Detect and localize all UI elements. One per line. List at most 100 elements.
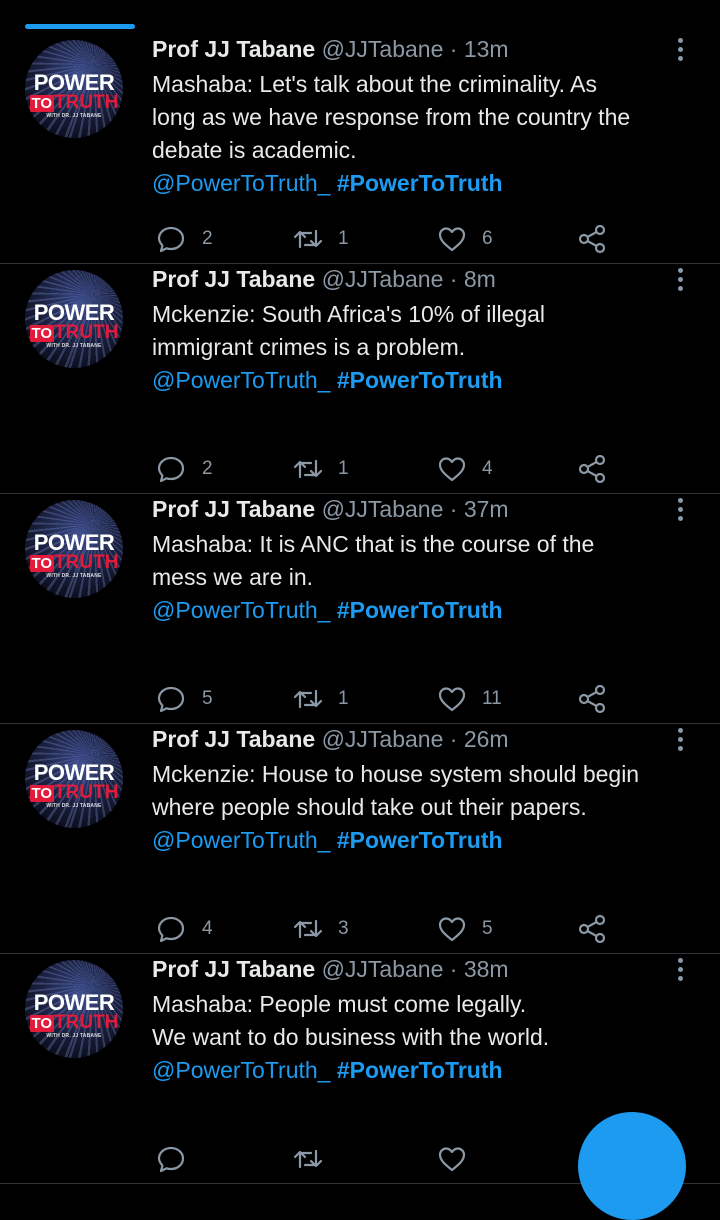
author-name[interactable]: Prof JJ Tabane	[152, 266, 315, 292]
author-name[interactable]: Prof JJ Tabane	[152, 956, 315, 982]
share-icon	[578, 454, 606, 484]
mention-link[interactable]: @PowerToTruth_	[152, 170, 330, 196]
share-button[interactable]	[576, 452, 608, 486]
more-vertical-icon[interactable]	[672, 958, 688, 986]
reply-icon	[157, 916, 185, 943]
tweet-line: where people should take out their paper…	[152, 794, 587, 820]
retweet-button[interactable]: 1	[292, 682, 349, 716]
hashtag-link[interactable]: #PowerToTruth	[337, 827, 503, 853]
hashtag-link[interactable]: #PowerToTruth	[337, 597, 503, 623]
author-name[interactable]: Prof JJ Tabane	[152, 36, 315, 62]
share-button[interactable]	[576, 682, 608, 716]
logo-text-with: WITH DR. JJ TABANE	[46, 113, 102, 119]
tweet-time[interactable]: 8m	[464, 266, 496, 292]
author-handle[interactable]: @JJTabane	[322, 726, 444, 752]
reply-button[interactable]: 2	[156, 222, 213, 256]
tweet-text: Mckenzie: House to house system should b…	[152, 758, 702, 857]
share-button[interactable]	[576, 912, 608, 946]
retweet-button[interactable]: 3	[292, 912, 349, 946]
tweet-time[interactable]: 26m	[464, 726, 509, 752]
reply-button[interactable]: 5	[156, 682, 213, 716]
more-vertical-icon[interactable]	[672, 38, 688, 66]
avatar[interactable]: POWER TO TRUTH WITH DR. JJ TABANE	[25, 40, 123, 138]
tweet-line: debate is academic.	[152, 137, 357, 163]
author-handle[interactable]: @JJTabane	[322, 36, 444, 62]
separator: ·	[449, 956, 458, 982]
reply-button[interactable]	[156, 1142, 202, 1176]
tweet[interactable]: POWER TO TRUTH WITH DR. JJ TABANE Prof JJ…	[0, 724, 720, 954]
mention-link[interactable]: @PowerToTruth_	[152, 597, 330, 623]
retweet-icon	[293, 1149, 323, 1169]
tweet-line: Mckenzie: South Africa's 10% of illegal	[152, 301, 546, 327]
more-vertical-icon[interactable]	[672, 728, 688, 756]
heart-icon	[438, 457, 466, 482]
author-handle[interactable]: @JJTabane	[322, 956, 444, 982]
tweet[interactable]: POWER TO TRUTH WITH DR. JJ TABANE Prof JJ…	[0, 264, 720, 494]
tweet-actions: 2 1 4	[152, 452, 622, 486]
tweet-header: Prof JJ Tabane @JJTabane · 13m	[152, 36, 509, 63]
timeline-feed[interactable]: POWER TO TRUTH WITH DR. JJ TABANE Prof JJ…	[0, 34, 720, 1184]
mention-link[interactable]: @PowerToTruth_	[152, 367, 330, 393]
like-count: 11	[482, 688, 502, 709]
author-name[interactable]: Prof JJ Tabane	[152, 726, 315, 752]
reply-icon	[157, 686, 185, 713]
reply-count: 2	[202, 458, 213, 479]
like-count: 5	[482, 918, 493, 939]
like-button[interactable]: 4	[436, 452, 493, 486]
tweet-actions: 2 1 6	[152, 222, 622, 256]
like-button[interactable]: 5	[436, 912, 493, 946]
tweet-time[interactable]: 38m	[464, 956, 509, 982]
like-button[interactable]: 6	[436, 222, 493, 256]
retweet-count: 1	[338, 228, 349, 249]
avatar[interactable]: POWER TO TRUTH WITH DR. JJ TABANE	[25, 960, 123, 1058]
retweet-count: 3	[338, 918, 349, 939]
separator: ·	[449, 726, 458, 752]
logo-text-with: WITH DR. JJ TABANE	[46, 343, 102, 349]
active-tab-indicator	[25, 24, 135, 29]
retweet-button[interactable]: 1	[292, 222, 349, 256]
tweet-line: Mashaba: Let's talk about the criminalit…	[152, 71, 598, 97]
retweet-count: 1	[338, 458, 349, 479]
avatar[interactable]: POWER TO TRUTH WITH DR. JJ TABANE	[25, 270, 123, 368]
heart-icon	[438, 917, 466, 942]
hashtag-link[interactable]: #PowerToTruth	[337, 170, 503, 196]
more-vertical-icon[interactable]	[672, 498, 688, 526]
hashtag-link[interactable]: #PowerToTruth	[337, 1057, 503, 1083]
logo-text-totruth: TO TRUTH	[29, 782, 119, 803]
tweet-line: We want to do business with the world.	[152, 1024, 550, 1050]
retweet-icon	[293, 229, 323, 249]
like-button[interactable]	[436, 1142, 482, 1176]
tweet-time[interactable]: 37m	[464, 496, 509, 522]
tweet-header: Prof JJ Tabane @JJTabane · 8m	[152, 266, 496, 293]
reply-icon	[157, 456, 185, 483]
author-handle[interactable]: @JJTabane	[322, 496, 444, 522]
retweet-button[interactable]: 1	[292, 452, 349, 486]
logo-text-totruth: TO TRUTH	[29, 1012, 119, 1033]
reply-button[interactable]: 4	[156, 912, 213, 946]
tweet[interactable]: POWER TO TRUTH WITH DR. JJ TABANE Prof JJ…	[0, 34, 720, 264]
retweet-button[interactable]	[292, 1142, 338, 1176]
tweet-line: immigrant crimes is a problem.	[152, 334, 466, 360]
reply-count: 4	[202, 918, 213, 939]
tweet-text: Mashaba: People must come legally. We wa…	[152, 988, 702, 1087]
hashtag-link[interactable]: #PowerToTruth	[337, 367, 503, 393]
like-button[interactable]: 11	[436, 682, 502, 716]
mention-link[interactable]: @PowerToTruth_	[152, 1057, 330, 1083]
tweet[interactable]: POWER TO TRUTH WITH DR. JJ TABANE Prof JJ…	[0, 494, 720, 724]
reply-button[interactable]: 2	[156, 452, 213, 486]
author-name[interactable]: Prof JJ Tabane	[152, 496, 315, 522]
avatar[interactable]: POWER TO TRUTH WITH DR. JJ TABANE	[25, 500, 123, 598]
separator: ·	[449, 36, 458, 62]
tweet-header: Prof JJ Tabane @JJTabane · 37m	[152, 496, 509, 523]
share-icon	[578, 914, 606, 944]
more-vertical-icon[interactable]	[672, 268, 688, 296]
tweet-time[interactable]: 13m	[464, 36, 509, 62]
mention-link[interactable]: @PowerToTruth_	[152, 827, 330, 853]
share-button[interactable]	[576, 222, 608, 256]
retweet-icon	[293, 459, 323, 479]
separator: ·	[449, 496, 458, 522]
compose-fab[interactable]	[578, 1112, 686, 1220]
tweet-actions: 4 3 5	[152, 912, 622, 946]
avatar[interactable]: POWER TO TRUTH WITH DR. JJ TABANE	[25, 730, 123, 828]
author-handle[interactable]: @JJTabane	[322, 266, 444, 292]
